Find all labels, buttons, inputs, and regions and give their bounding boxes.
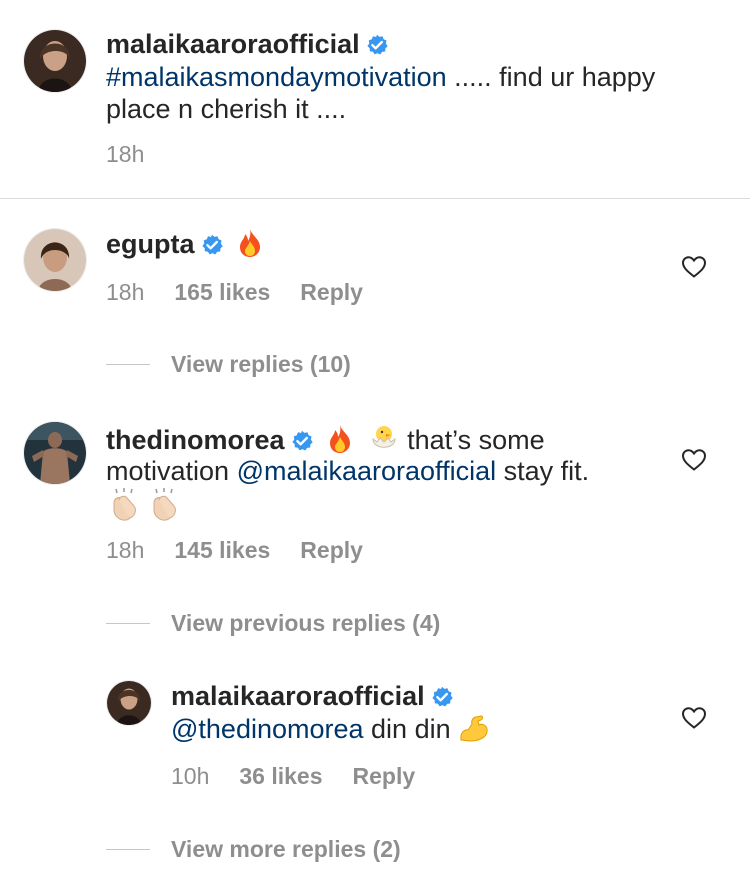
username[interactable]: egupta	[106, 229, 195, 259]
comment-meta: 18h 165 likes Reply	[106, 278, 393, 306]
mention-link[interactable]: @thedinomorea	[171, 714, 364, 744]
username[interactable]: thedinomorea	[106, 425, 285, 455]
heart-outline-icon[interactable]	[681, 255, 707, 279]
hatching-chick-emoji	[368, 422, 400, 454]
reply-line-2: @thedinomorea din din	[171, 713, 490, 745]
view-replies-button[interactable]: View replies (10)	[171, 350, 351, 378]
comment-line-2: motivation @malaikaaroraofficial stay fi…	[106, 455, 589, 487]
username[interactable]: malaikaaroraofficial	[106, 29, 360, 59]
divider	[0, 198, 750, 199]
heart-outline-icon[interactable]	[681, 706, 707, 730]
reply-text: din din	[363, 714, 459, 744]
caption-line-3: place n cherish it ....	[106, 93, 346, 125]
timestamp: 10h	[171, 763, 210, 789]
mention-link[interactable]: @malaikaaroraofficial	[237, 456, 497, 486]
reply-button[interactable]: Reply	[300, 537, 363, 563]
verified-badge-icon	[201, 234, 223, 256]
verified-badge-icon	[366, 34, 388, 56]
verified-badge-icon	[291, 430, 313, 452]
comment-text: stay fit.	[496, 456, 590, 486]
timestamp: 18h	[106, 537, 145, 563]
flexed-biceps-emoji	[458, 713, 490, 743]
comment-text: that’s some	[407, 425, 545, 455]
timestamp: 18h	[106, 141, 145, 167]
caption-meta: 18h	[106, 140, 174, 168]
view-previous-replies-button[interactable]: View previous replies (4)	[171, 609, 440, 637]
caption-line-1: malaikaaroraofficial	[106, 28, 388, 60]
avatar[interactable]	[24, 30, 86, 92]
caption-text: place n cherish it ....	[106, 94, 347, 124]
reply-button[interactable]: Reply	[353, 763, 416, 789]
divider	[106, 364, 150, 365]
clapping-hands-emoji	[146, 487, 182, 523]
comment-text: motivation	[106, 456, 237, 486]
reply-button[interactable]: Reply	[300, 279, 363, 305]
avatar[interactable]	[24, 422, 86, 484]
timestamp: 18h	[106, 279, 145, 305]
avatar[interactable]	[24, 229, 86, 291]
clapping-hands-emoji	[106, 487, 142, 523]
avatar[interactable]	[107, 681, 151, 725]
caption-text: ..... find ur happy	[446, 62, 656, 92]
likes-count[interactable]: 165 likes	[174, 279, 270, 305]
verified-badge-icon	[431, 686, 453, 708]
fire-emoji	[326, 424, 354, 454]
caption-line-2: #malaikasmondaymotivation ..... find ur …	[106, 61, 655, 93]
comment-meta: 18h 145 likes Reply	[106, 536, 393, 564]
reply-line-1: malaikaaroraofficial	[171, 680, 453, 712]
fire-emoji	[236, 228, 264, 258]
username[interactable]: malaikaaroraofficial	[171, 681, 425, 711]
view-more-replies-button[interactable]: View more replies (2)	[171, 835, 401, 863]
hashtag-link[interactable]: #malaikasmondaymotivation	[106, 62, 447, 92]
divider	[106, 623, 150, 624]
likes-count[interactable]: 145 likes	[174, 537, 270, 563]
reply-meta: 10h 36 likes Reply	[171, 762, 445, 790]
likes-count[interactable]: 36 likes	[239, 763, 322, 789]
divider	[106, 849, 150, 850]
comment-line-3	[106, 487, 182, 523]
heart-outline-icon[interactable]	[681, 448, 707, 472]
comment-line-1: thedinomorea that’s some	[106, 422, 545, 456]
comment-line: egupta	[106, 228, 264, 260]
